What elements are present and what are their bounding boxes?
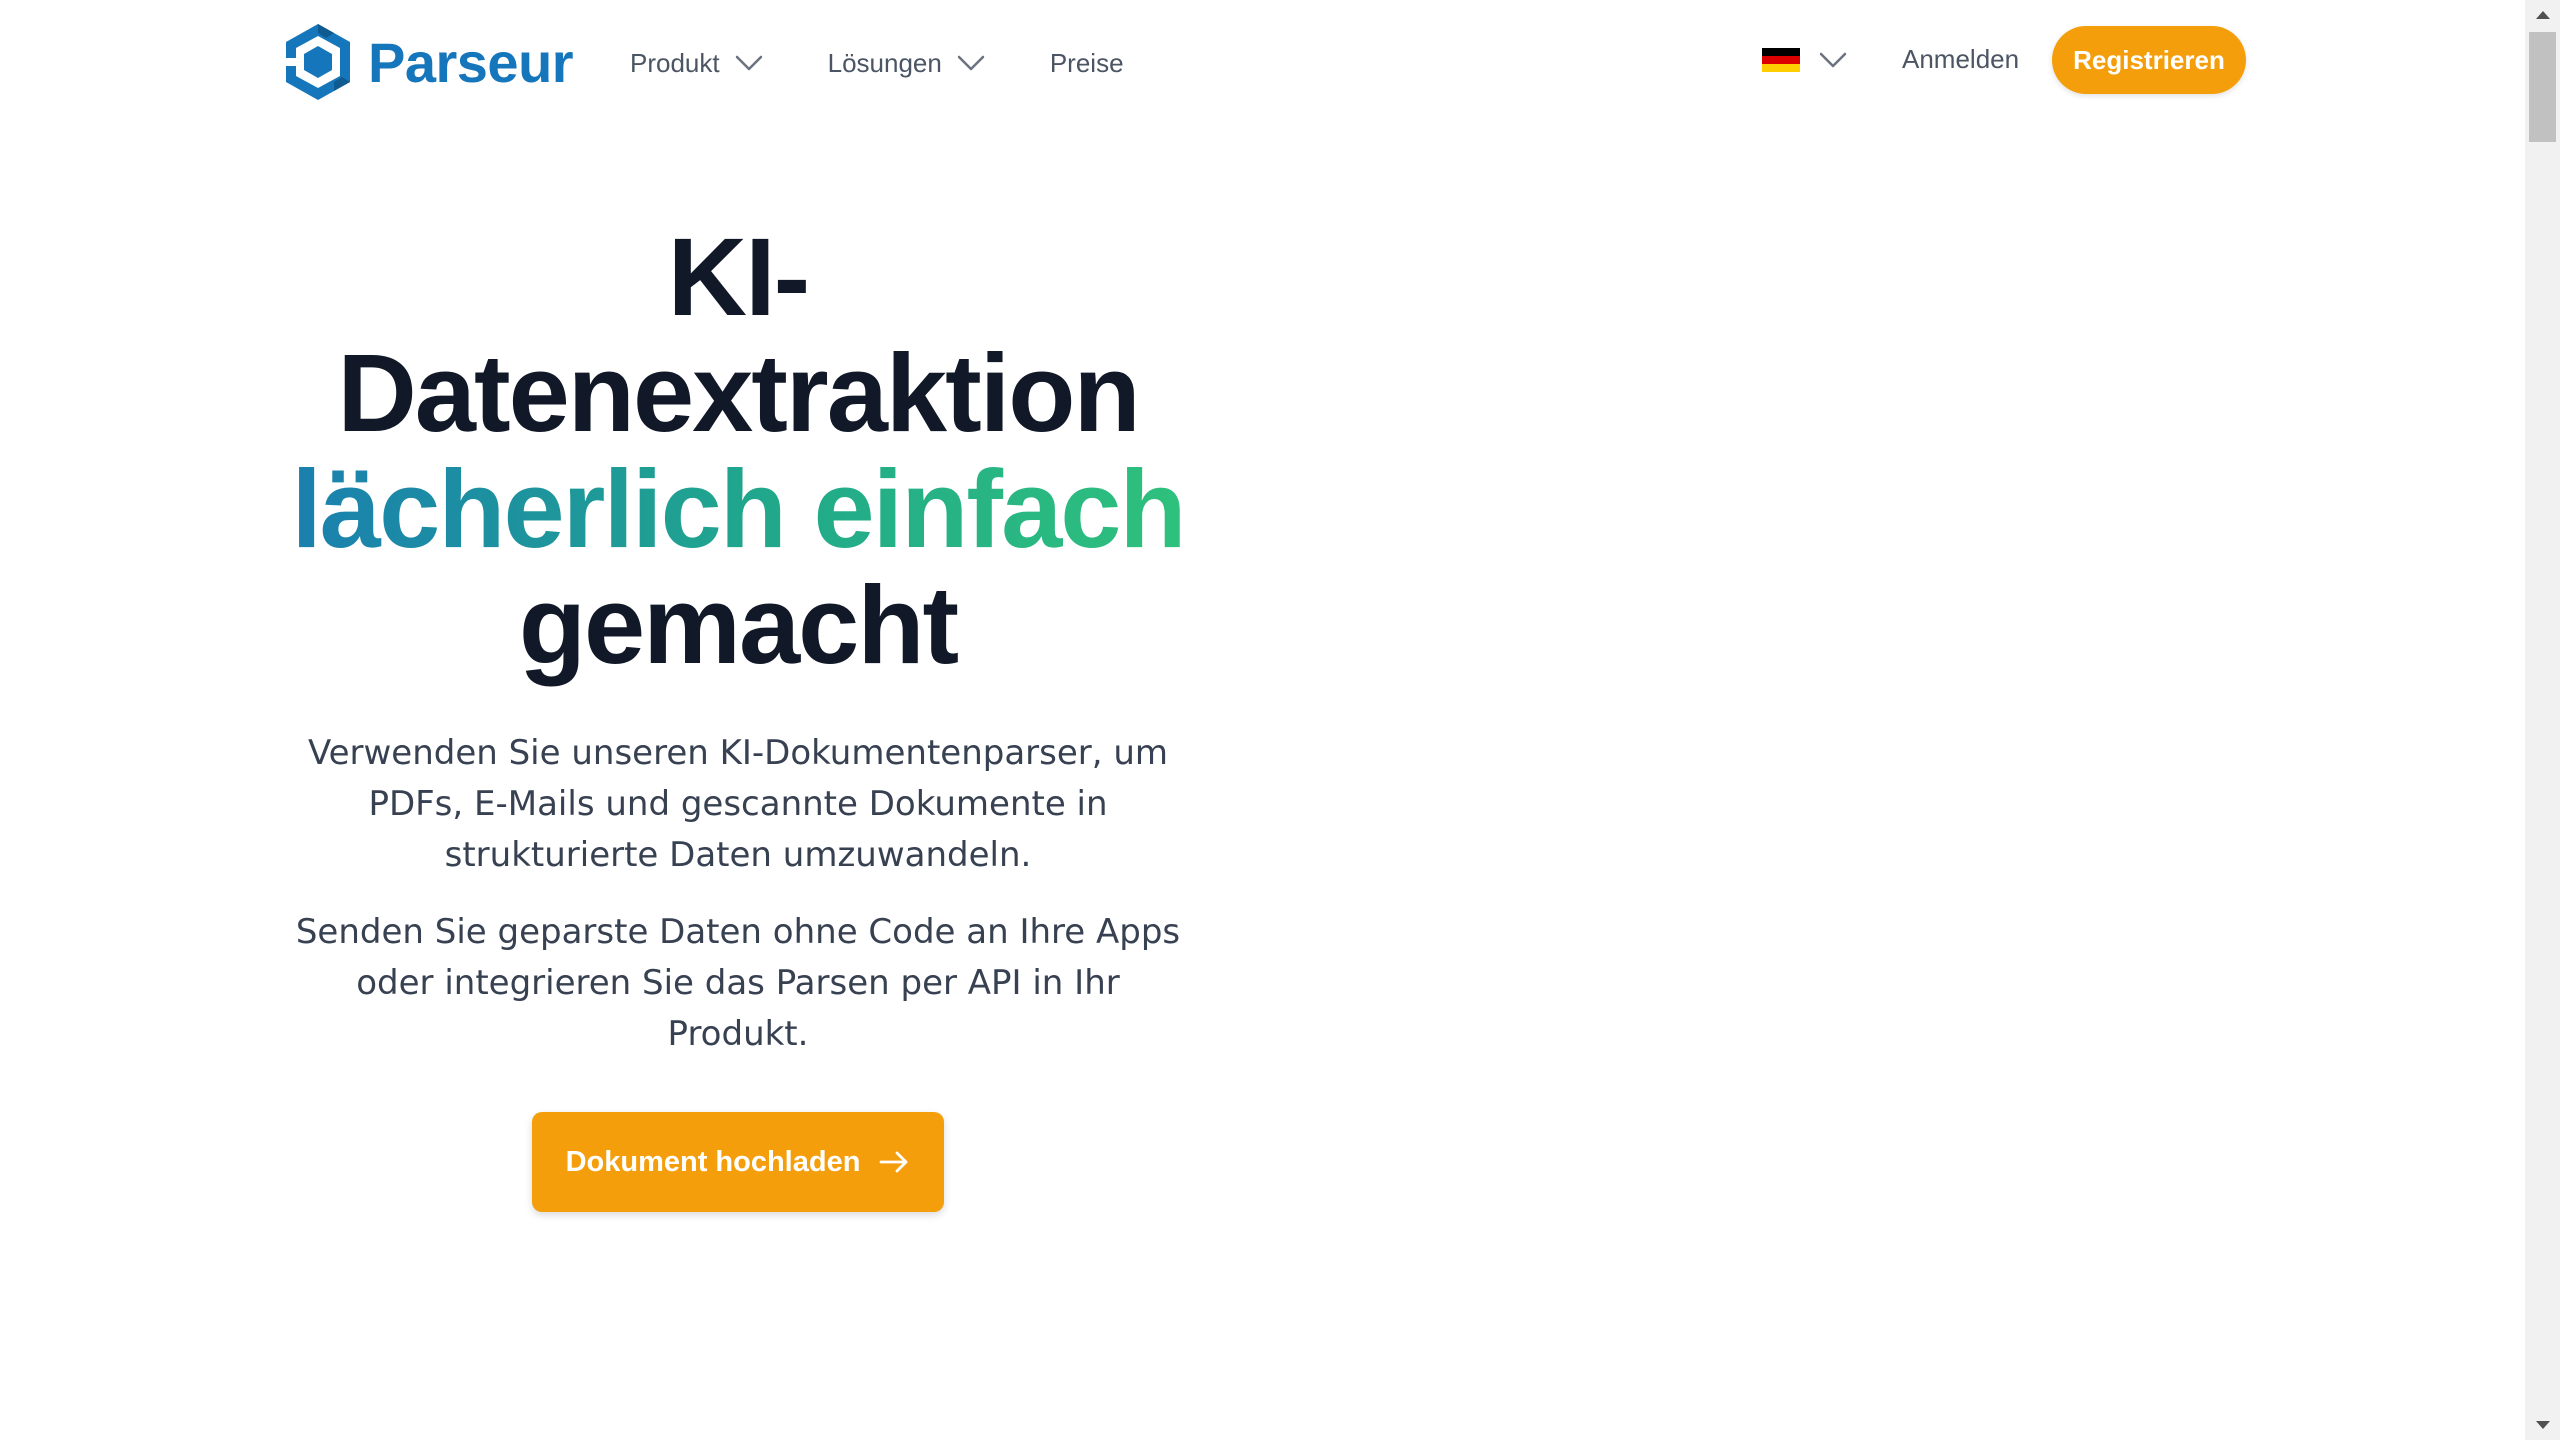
headline-line-4: gemacht xyxy=(518,564,959,687)
hero-paragraph-1: Verwenden Sie unseren KI-Dokumentenparse… xyxy=(307,733,1169,875)
nav-item-preise[interactable]: Preise xyxy=(1050,48,1124,79)
chevron-down-icon xyxy=(1819,52,1847,68)
hero-paragraph-2: Senden Sie geparste Daten ohne Code an I… xyxy=(295,912,1181,1054)
hero-headline: KI- Datenextraktion lächerlich einfach g… xyxy=(282,220,1194,684)
register-button[interactable]: Registrieren xyxy=(2052,26,2246,94)
nav-item-loesungen[interactable]: Lösungen xyxy=(828,48,986,79)
nav-item-preise-label: Preise xyxy=(1049,47,1124,78)
hero-section: KI- Datenextraktion lächerlich einfach g… xyxy=(282,220,1194,1212)
arrow-right-icon xyxy=(880,1151,908,1173)
headline-line-1: KI- xyxy=(667,216,811,339)
language-selector[interactable] xyxy=(1762,48,1848,72)
german-flag-icon xyxy=(1762,48,1800,72)
scroll-down-button[interactable] xyxy=(2525,1410,2560,1440)
scroll-down-arrow-icon xyxy=(2535,1421,2550,1429)
logo-text: Parseur xyxy=(368,30,574,94)
site-header: Parseur Produkt Lösungen Preise Anmelden… xyxy=(0,0,2525,126)
login-link[interactable]: Anmelden xyxy=(1902,44,2019,75)
scroll-up-arrow-icon xyxy=(2535,11,2550,19)
page: Parseur Produkt Lösungen Preise Anmelden… xyxy=(0,0,2560,1440)
upload-document-label: Dokument hochladen xyxy=(565,1145,861,1178)
chevron-down-icon xyxy=(957,55,985,71)
chevron-down-icon xyxy=(735,55,762,71)
scrollbar-thumb[interactable] xyxy=(2529,32,2556,142)
scroll-up-button[interactable] xyxy=(2525,0,2560,30)
parseur-logo[interactable]: Parseur xyxy=(282,20,574,104)
nav-item-loesungen-label: Lösungen xyxy=(827,47,942,78)
headline-accent: lächerlich einfach xyxy=(282,452,1194,568)
vertical-scrollbar[interactable] xyxy=(2525,0,2560,1440)
nav-item-produkt[interactable]: Produkt xyxy=(630,48,764,79)
main-nav: Produkt Lösungen Preise xyxy=(630,28,1124,98)
parseur-logo-icon xyxy=(286,24,350,100)
upload-document-button[interactable]: Dokument hochladen xyxy=(532,1112,944,1212)
nav-item-produkt-label: Produkt xyxy=(630,47,720,78)
headline-line-2: Datenextraktion xyxy=(337,332,1140,455)
